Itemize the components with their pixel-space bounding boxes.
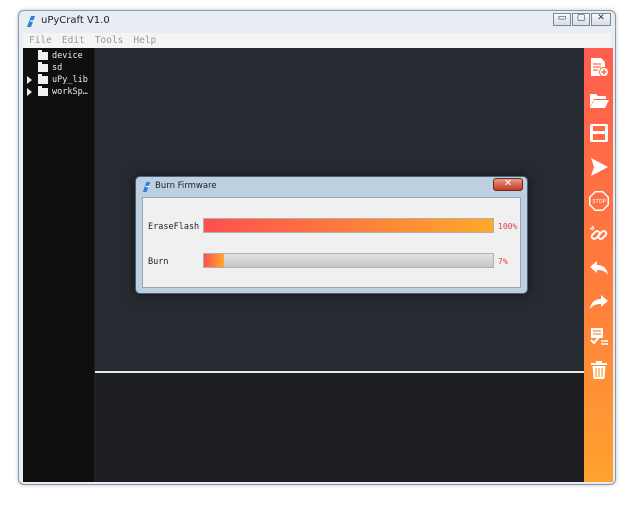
- tree-item-label: sd: [52, 63, 63, 73]
- maximize-button[interactable]: ▢: [572, 13, 590, 26]
- right-toolbar: STOP: [584, 48, 613, 482]
- close-button[interactable]: ✕: [591, 13, 611, 26]
- download-run-button[interactable]: [586, 154, 611, 179]
- minimize-icon: ▭: [557, 13, 567, 23]
- undo-button[interactable]: [586, 256, 611, 281]
- folder-icon: [38, 50, 48, 60]
- tree-item-device[interactable]: device: [23, 50, 83, 62]
- progress-fill: [204, 254, 225, 267]
- stop-icon: STOP: [588, 190, 609, 211]
- app-icon: [142, 181, 151, 193]
- new-file-icon: [590, 57, 609, 77]
- dialog-close-button[interactable]: ✕: [493, 178, 523, 191]
- redo-button[interactable]: [586, 290, 611, 315]
- title-bar[interactable]: uPyCraft V1.0 ▭ ▢ ✕: [19, 11, 615, 33]
- menu-bar: File Edit Tools Help: [23, 33, 611, 48]
- dialog-title: Burn Firmware: [155, 181, 217, 191]
- open-folder-icon: [589, 93, 609, 108]
- folder-icon: [38, 62, 48, 72]
- new-file-button[interactable]: [586, 54, 611, 79]
- save-button[interactable]: [586, 120, 611, 145]
- burn-firmware-dialog: Burn Firmware ✕ EraseFlash 100% Burn 7%: [135, 176, 528, 294]
- folder-icon: [38, 86, 48, 96]
- dialog-body: EraseFlash 100% Burn 7%: [142, 197, 521, 288]
- file-tree: device sd uPy_lib workSp…: [23, 48, 94, 482]
- burn-progress: [203, 253, 494, 268]
- menu-edit[interactable]: Edit: [62, 35, 85, 46]
- redo-icon: [589, 294, 608, 309]
- tree-item-label: device: [52, 51, 83, 61]
- menu-file[interactable]: File: [29, 35, 52, 46]
- clear-trash-icon: [590, 360, 607, 379]
- syntax-check-button[interactable]: [586, 324, 611, 349]
- save-icon: [589, 123, 608, 142]
- close-icon: ✕: [597, 13, 605, 23]
- undo-icon: [589, 260, 608, 275]
- connect-link-icon: [589, 225, 607, 240]
- expand-arrow-icon[interactable]: [27, 88, 32, 96]
- clear-button[interactable]: [586, 357, 611, 382]
- tree-item-sd[interactable]: sd: [23, 62, 62, 74]
- erase-flash-label: EraseFlash: [148, 222, 200, 232]
- progress-fill: [204, 219, 493, 232]
- burn-label: Burn: [148, 257, 169, 267]
- minimize-button[interactable]: ▭: [553, 13, 571, 26]
- window-title: uPyCraft V1.0: [41, 15, 110, 26]
- tree-item-upy-lib[interactable]: uPy_lib: [23, 74, 88, 86]
- open-file-button[interactable]: [586, 87, 611, 112]
- folder-icon: [38, 74, 48, 84]
- app-icon: [27, 16, 35, 27]
- connect-button[interactable]: [586, 222, 611, 247]
- close-icon: ✕: [503, 178, 513, 189]
- svg-text:STOP: STOP: [592, 199, 605, 205]
- burn-percent: 7%: [498, 257, 508, 266]
- tree-item-workspace[interactable]: workSp…: [23, 86, 88, 98]
- download-run-icon: [590, 157, 608, 176]
- menu-help[interactable]: Help: [133, 35, 156, 46]
- terminal-area[interactable]: [95, 373, 584, 482]
- erase-flash-percent: 100%: [498, 222, 518, 231]
- tree-item-label: workSp…: [52, 87, 88, 97]
- stop-button[interactable]: STOP: [586, 188, 611, 213]
- erase-flash-progress: [203, 218, 494, 233]
- menu-tools[interactable]: Tools: [95, 35, 124, 46]
- tree-item-label: uPy_lib: [52, 75, 88, 85]
- maximize-icon: ▢: [576, 13, 586, 23]
- expand-arrow-icon[interactable]: [27, 76, 32, 84]
- syntax-check-icon: [589, 327, 608, 345]
